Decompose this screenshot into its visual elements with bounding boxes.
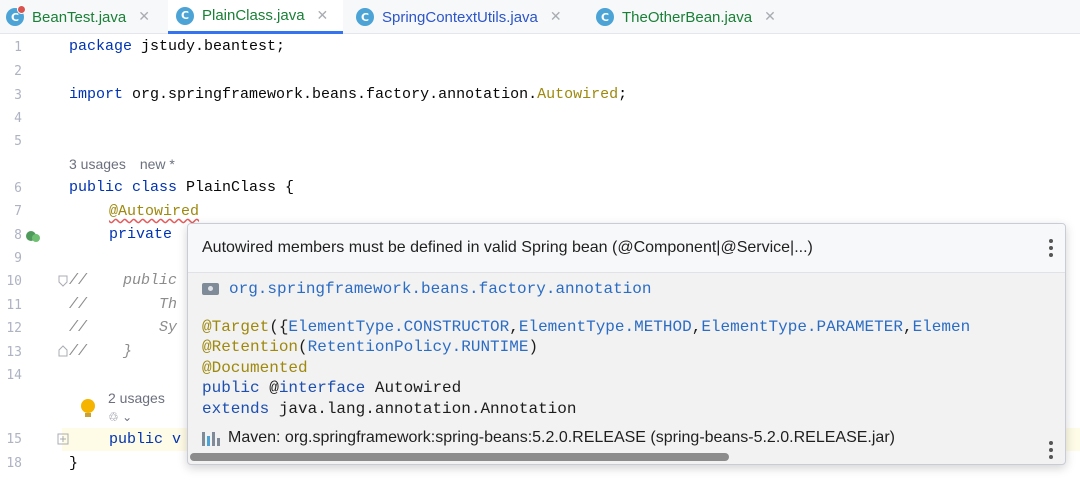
code-line-13[interactable]: // } [69, 343, 132, 360]
doc-link[interactable]: RetentionPolicy.RUNTIME [308, 338, 529, 356]
package-name[interactable]: org.springframework.beans.factory.annota… [229, 280, 651, 298]
more-options-icon[interactable] [1049, 441, 1053, 459]
line-number: 1 [14, 40, 22, 55]
author-hint-icon[interactable]: ♲ ⌄ [108, 410, 132, 424]
doc-declaration-line: public @interface Autowired [202, 379, 462, 397]
doc-target-line: @Target({ElementType.CONSTRUCTOR,Element… [202, 318, 971, 336]
line-number: 8 [14, 228, 22, 243]
horizontal-scrollbar[interactable] [190, 453, 729, 461]
code-line-6[interactable]: public class PlainClass { [69, 179, 294, 196]
doc-documented-line: @Documented [202, 359, 308, 377]
code-line-7[interactable]: @Autowired [109, 203, 199, 220]
close-icon[interactable]: ✕ [764, 9, 776, 25]
line-number: 4 [14, 111, 22, 126]
maven-artifact: Maven: org.springframework:spring-beans:… [228, 429, 895, 446]
editor-tab-bar: C BeanTest.java ✕ C PlainClass.java ✕ C … [0, 0, 1080, 34]
java-class-icon: C [6, 5, 26, 26]
line-number: 6 [14, 181, 22, 196]
code-line-8[interactable]: private [109, 226, 172, 243]
line-number: 13 [6, 345, 22, 360]
bean-autowire-icon[interactable] [25, 228, 41, 244]
line-number: 14 [6, 368, 22, 383]
line-number: 15 [6, 432, 22, 447]
doc-link[interactable]: ElementType.PARAMETER [701, 318, 903, 336]
line-number: 10 [6, 274, 22, 289]
line-number: 3 [14, 88, 22, 103]
line-number: 12 [6, 321, 22, 336]
line-number: 9 [14, 251, 22, 266]
package-icon [202, 283, 219, 295]
code-line-18[interactable]: } [69, 455, 78, 472]
tab-label: BeanTest.java [32, 8, 127, 26]
doc-extends-line: extends java.lang.annotation.Annotation [202, 400, 577, 418]
run-config-icon [17, 5, 26, 14]
doc-link[interactable]: ElementType.METHOD [519, 318, 692, 336]
tab-plainclass[interactable]: C PlainClass.java ✕ [168, 0, 343, 34]
code-line-3[interactable]: import org.springframework.beans.factory… [69, 86, 627, 103]
line-number: 7 [14, 204, 22, 219]
line-number: 11 [6, 298, 22, 313]
code-line-15[interactable]: public v [109, 431, 181, 448]
package-link[interactable]: org.springframework.beans.factory.annota… [202, 280, 651, 298]
more-options-icon[interactable] [1049, 239, 1053, 257]
usages-hint[interactable]: 3 usages new * [69, 156, 175, 172]
line-number: 5 [14, 134, 22, 149]
library-icon [202, 430, 220, 446]
maven-source-line: Maven: org.springframework:spring-beans:… [202, 429, 895, 447]
tab-springcontextutils[interactable]: C SpringContextUtils.java ✕ [348, 0, 588, 34]
inspection-popup: Autowired members must be defined in val… [187, 223, 1066, 465]
close-icon[interactable]: ✕ [550, 9, 562, 25]
popup-title: Autowired members must be defined in val… [202, 239, 813, 256]
code-line-10[interactable]: // public [69, 272, 177, 289]
doc-retention-line: @Retention(RetentionPolicy.RUNTIME) [202, 338, 539, 356]
fold-icon[interactable] [57, 433, 69, 445]
close-icon[interactable]: ✕ [138, 9, 150, 25]
tab-label: PlainClass.java [202, 7, 305, 24]
fold-icon[interactable] [58, 275, 68, 287]
java-class-icon: C [176, 6, 194, 25]
line-number: 18 [6, 456, 22, 471]
tab-theotherbean[interactable]: C TheOtherBean.java ✕ [588, 0, 798, 34]
fold-icon[interactable] [58, 345, 68, 357]
tab-beantest[interactable]: C BeanTest.java ✕ [0, 0, 163, 34]
java-class-icon: C [356, 8, 374, 26]
tab-label: TheOtherBean.java [622, 8, 753, 26]
java-class-icon: C [596, 8, 614, 26]
line-number: 2 [14, 64, 22, 79]
code-line-1[interactable]: package jstudy.beantest; [69, 38, 285, 55]
usages-hint[interactable]: 2 usages [108, 390, 165, 406]
lightbulb-icon[interactable] [80, 398, 96, 420]
code-line-12[interactable]: // Sy [69, 319, 177, 336]
tab-label: SpringContextUtils.java [382, 8, 538, 26]
close-icon[interactable]: ✕ [317, 8, 329, 24]
code-line-11[interactable]: // Th [69, 296, 177, 313]
popup-header: Autowired members must be defined in val… [188, 224, 1065, 273]
doc-link[interactable]: Elemen [913, 318, 971, 336]
doc-link[interactable]: ElementType.CONSTRUCTOR [288, 318, 509, 336]
